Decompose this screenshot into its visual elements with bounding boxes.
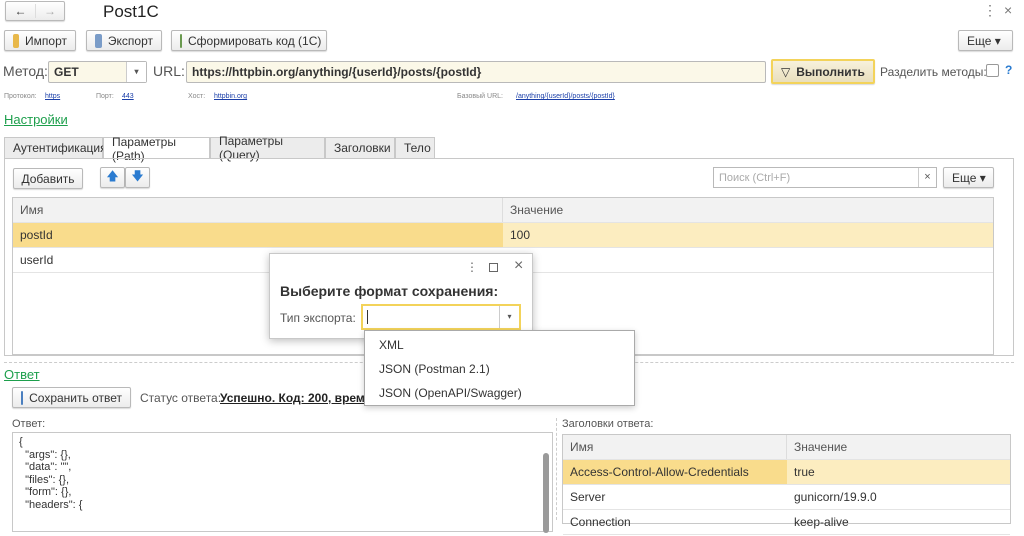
tab-query-params[interactable]: Параметры (Query) [210, 134, 325, 162]
menu-icon[interactable]: ⋮ [983, 2, 997, 19]
base-url-link[interactable]: /anything/{userId}/posts/{postId} [516, 93, 615, 100]
maximize-icon[interactable] [489, 263, 498, 272]
export-type-label: Тип экспорта: [280, 311, 356, 325]
move-down-icon[interactable]: 🡇 [125, 167, 150, 188]
host-label: Хост: [188, 93, 206, 100]
text-cursor [367, 310, 368, 324]
column-name[interactable]: Имя [563, 435, 787, 459]
dialog-title: Выберите формат сохранения: [280, 283, 499, 299]
url-label: URL: [153, 63, 185, 79]
execute-button[interactable]: ▽ Выполнить [771, 59, 875, 84]
param-value[interactable]: 100 [503, 223, 993, 247]
response-body-textarea[interactable]: { "args": {}, "data": "", "files": {}, "… [12, 432, 553, 533]
body-line: "headers": { [19, 498, 83, 511]
export-type-select[interactable]: ▾ [361, 304, 521, 330]
option-xml[interactable]: XML [365, 333, 634, 357]
help-icon[interactable]: ? [1005, 63, 1012, 77]
body-line: "files": {}, [19, 473, 69, 486]
host-link[interactable]: httpbin.org [214, 93, 247, 100]
export-button[interactable]: Экспорт [86, 30, 162, 51]
params-more-button[interactable]: Еще ▾ [943, 167, 994, 188]
column-name[interactable]: Имя [13, 198, 503, 222]
header-name[interactable]: Access-Control-Allow-Credentials [563, 460, 787, 484]
search-placeholder: Поиск (Ctrl+F) [719, 171, 791, 184]
import-label: Импорт [25, 33, 67, 48]
splitter[interactable] [556, 418, 557, 520]
body-line: { [19, 436, 23, 448]
response-headers-table: Имя Значение Access-Control-Allow-Credent… [562, 434, 1011, 535]
body-label: Ответ: [12, 418, 46, 430]
tab-body[interactable]: Тело [395, 137, 435, 158]
funnel-icon: ▽ [781, 64, 791, 79]
forward-button[interactable]: → [34, 4, 64, 18]
table-row[interactable]: postId 100 [13, 223, 993, 248]
tab-headers[interactable]: Заголовки [325, 137, 395, 158]
export-icon [95, 33, 102, 48]
tab-auth[interactable]: Аутентификация [4, 137, 107, 158]
header-value[interactable]: gunicorn/19.9.0 [787, 485, 884, 509]
more-button[interactable]: Еще ▾ [958, 30, 1013, 51]
header-value[interactable]: true [787, 460, 1010, 484]
save-response-button[interactable]: Сохранить ответ [12, 387, 131, 408]
tab-path-params[interactable]: Параметры (Path) [103, 135, 210, 163]
protocol-label: Протокол: [4, 93, 37, 100]
method-value: GET [54, 65, 79, 79]
headers-label: Заголовки ответа: [562, 418, 654, 430]
option-openapi[interactable]: JSON (OpenAPI/Swagger) [365, 381, 634, 405]
window-title: Post1C [103, 2, 159, 21]
table-row[interactable]: Server gunicorn/19.9.0 [563, 485, 1010, 510]
option-postman[interactable]: JSON (Postman 2.1) [365, 357, 634, 381]
base-url-label: Базовый URL: [457, 93, 503, 100]
execute-label: Выполнить [796, 64, 865, 79]
header-name[interactable]: Server [563, 485, 787, 509]
response-section-title[interactable]: Ответ [4, 367, 40, 382]
close-icon[interactable]: × [514, 257, 523, 275]
scrollbar[interactable] [543, 453, 549, 533]
table-header: Имя Значение [563, 435, 1010, 460]
column-value[interactable]: Значение [787, 435, 854, 459]
split-methods-label: Разделить методы: [880, 65, 987, 79]
chevron-down-icon[interactable]: ▾ [126, 62, 146, 82]
header-name[interactable]: Connection [563, 510, 787, 534]
table-header: Имя Значение [13, 198, 993, 223]
clear-icon[interactable]: × [918, 168, 936, 187]
export-type-dropdown: XML JSON (Postman 2.1) JSON (OpenAPI/Swa… [364, 330, 635, 406]
move-up-icon[interactable]: 🡅 [100, 167, 125, 188]
export-format-dialog: ⋮ × Выберите формат сохранения: Тип эксп… [269, 253, 533, 339]
add-button[interactable]: Добавить [13, 168, 83, 189]
table-row[interactable]: Connection keep-alive [563, 510, 1010, 535]
dialog-menu-icon[interactable]: ⋮ [466, 260, 478, 274]
method-label: Метод: [3, 63, 48, 79]
port-label: Порт: [96, 93, 114, 100]
nav-buttons: ← → [5, 1, 65, 21]
import-icon [13, 33, 20, 48]
generate-label: Сформировать код (1С) [188, 33, 322, 48]
search-input[interactable]: Поиск (Ctrl+F) × [713, 167, 937, 188]
method-select[interactable]: GET ▾ [48, 61, 147, 83]
body-line: "form": {}, [19, 486, 72, 498]
back-button[interactable]: ← [6, 4, 35, 18]
document-check-icon [180, 33, 182, 48]
settings-section-title[interactable]: Настройки [4, 112, 68, 127]
param-name[interactable]: postId [13, 223, 503, 247]
url-input[interactable]: https://httpbin.org/anything/{userId}/po… [186, 61, 766, 83]
protocol-link[interactable]: https [45, 93, 60, 100]
split-methods-checkbox[interactable] [986, 64, 999, 77]
status-label: Статус ответа: [140, 391, 222, 405]
import-button[interactable]: Импорт [4, 30, 76, 51]
generate-code-button[interactable]: Сформировать код (1С) [171, 30, 327, 51]
port-link[interactable]: 443 [122, 93, 134, 100]
export-label: Экспорт [107, 33, 153, 48]
column-value[interactable]: Значение [503, 198, 570, 222]
body-line: "data": "", [19, 461, 72, 473]
save-icon [21, 390, 24, 405]
save-label: Сохранить ответ [29, 390, 122, 405]
status-value[interactable]: Успешно. Код: 200, время: [220, 391, 376, 405]
body-line: "args": {}, [19, 448, 71, 461]
close-icon[interactable]: × [1004, 2, 1012, 18]
header-value[interactable]: keep-alive [787, 510, 856, 534]
table-row[interactable]: Access-Control-Allow-Credentials true [563, 460, 1010, 485]
chevron-down-icon[interactable]: ▾ [499, 306, 519, 328]
